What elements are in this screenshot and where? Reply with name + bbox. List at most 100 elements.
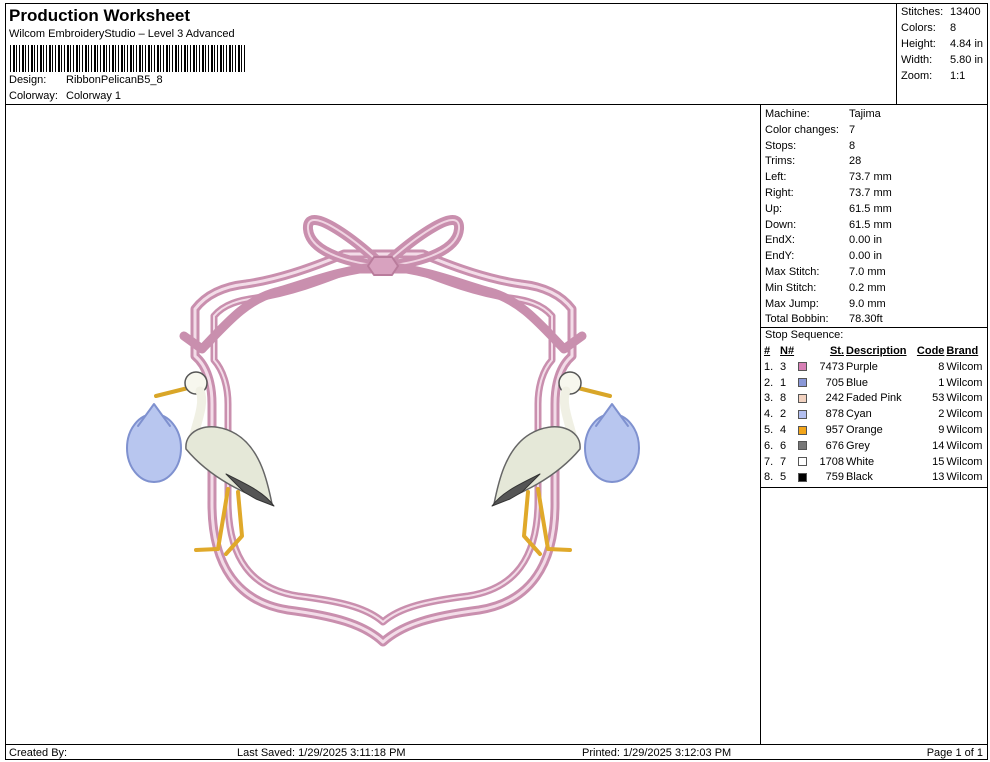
cell-brand: Wilcom xyxy=(946,408,983,421)
cell-num: 2. xyxy=(764,376,774,389)
cell-n: 1 xyxy=(780,376,787,389)
footer: Created By: Last Saved: 1/29/2025 3:11:1… xyxy=(6,744,987,760)
stat-value: 8 xyxy=(950,22,957,34)
stats-box: Stitches: 13400 Colors: 8 Height: 4.84 in W… xyxy=(896,4,988,104)
stat-label: Zoom: xyxy=(901,70,933,82)
table-end-divider xyxy=(761,487,988,488)
info-label: Left: xyxy=(765,171,787,184)
info-label: Color changes: xyxy=(765,123,839,136)
stat-value: 13400 xyxy=(950,6,981,18)
cell-num: 4. xyxy=(764,408,774,421)
stat-value: 4.84 in xyxy=(950,38,984,50)
info-value: 0.00 in xyxy=(849,250,883,263)
info-value: 0.00 in xyxy=(849,234,883,247)
info-label: Total Bobbin: xyxy=(765,313,829,326)
info-label: Stops: xyxy=(765,139,797,152)
info-panel: Machine: Tajima Color changes: 7 Stops: 8 T… xyxy=(760,104,988,744)
cell-brand: Wilcom xyxy=(946,471,983,484)
worksheet: Production Worksheet Wilcom EmbroiderySt… xyxy=(5,3,988,760)
info-label: EndY: xyxy=(765,250,795,263)
info-label: Machine: xyxy=(765,108,810,120)
col-num: # xyxy=(764,345,771,357)
table-row: 2. 1 705 Blue 1 Wilcom xyxy=(763,376,987,392)
cell-num: 7. xyxy=(764,455,774,468)
info-row: EndX: 0.00 in xyxy=(765,233,892,249)
info-row: Min Stitch: 0.2 mm xyxy=(765,281,892,297)
cell-brand: Wilcom xyxy=(946,423,983,436)
info-label: Down: xyxy=(765,218,797,231)
cell-description: Grey xyxy=(846,439,870,452)
stop-sequence-divider xyxy=(761,327,988,328)
printed-date: Printed: 1/29/2025 3:12:03 PM xyxy=(582,747,732,759)
info-value: 61.5 mm xyxy=(849,202,892,215)
stat-height: Height: 4.84 in xyxy=(901,38,983,50)
software-name: Wilcom EmbroideryStudio – Level 3 Advanc… xyxy=(9,28,235,40)
stat-value: 1:1 xyxy=(950,70,966,82)
info-value: 61.5 mm xyxy=(849,218,892,231)
cell-st: 242 xyxy=(825,392,845,405)
cell-code: 14 xyxy=(932,439,945,452)
table-row: 7. 7 1708 White 15 Wilcom xyxy=(763,455,987,471)
cell-code: 53 xyxy=(932,392,945,405)
table-header-row: # N# St. Description Code Brand xyxy=(763,344,987,360)
cell-num: 6. xyxy=(764,439,774,452)
table-row: 4. 2 878 Cyan 2 Wilcom xyxy=(763,407,987,423)
design-value: RibbonPelicanB5_8 xyxy=(66,74,163,86)
color-swatch-cell xyxy=(797,376,811,392)
cell-st: 705 xyxy=(825,376,845,389)
info-row: Down: 61.5 mm xyxy=(765,218,892,234)
stat-label: Colors: xyxy=(901,22,936,34)
cell-num: 1. xyxy=(764,360,774,373)
color-swatch-cell xyxy=(797,391,811,407)
table-row: 1. 3 7473 Purple 8 Wilcom xyxy=(763,360,987,376)
info-value: 28 xyxy=(849,155,862,168)
info-row: Right: 73.7 mm xyxy=(765,186,892,202)
colorway-value: Colorway 1 xyxy=(66,90,122,102)
cell-brand: Wilcom xyxy=(946,392,983,405)
cell-description: Purple xyxy=(846,360,878,373)
table-row: 3. 8 242 Faded Pink 53 Wilcom xyxy=(763,391,987,407)
info-row: Machine: Tajima xyxy=(765,107,892,123)
cell-st: 957 xyxy=(825,423,845,436)
cell-num: 5. xyxy=(764,423,774,436)
info-row: Trims: 28 xyxy=(765,154,892,170)
cell-code: 13 xyxy=(932,471,945,484)
color-swatch-cell xyxy=(797,455,811,471)
cell-code: 15 xyxy=(932,455,945,468)
stat-label: Height: xyxy=(901,38,936,50)
color-swatch-cell xyxy=(797,423,811,439)
stat-colors: Colors: 8 xyxy=(901,22,956,34)
info-value: 78.30ft xyxy=(849,313,883,326)
cell-n: 3 xyxy=(780,360,787,373)
cell-brand: Wilcom xyxy=(946,360,983,373)
info-value: 73.7 mm xyxy=(849,186,892,199)
color-swatch xyxy=(798,362,807,372)
cell-brand: Wilcom xyxy=(946,439,983,452)
cell-code: 1 xyxy=(938,376,945,389)
cell-description: White xyxy=(846,455,875,468)
stat-width: Width: 5.80 in xyxy=(901,54,983,66)
info-value: 7.0 mm xyxy=(849,265,886,278)
info-value: 73.7 mm xyxy=(849,171,892,184)
machine-info: Machine: Tajima Color changes: 7 Stops: 8 T… xyxy=(765,107,892,328)
cell-num: 3. xyxy=(764,392,774,405)
stat-stitches: Stitches: 13400 xyxy=(901,6,981,18)
header: Production Worksheet Wilcom EmbroiderySt… xyxy=(6,4,896,104)
page-number: Page 1 of 1 xyxy=(926,747,983,759)
info-row: Color changes: 7 xyxy=(765,123,892,139)
cell-n: 5 xyxy=(780,471,787,484)
stat-zoom: Zoom: 1:1 xyxy=(901,70,965,82)
cell-description: Blue xyxy=(846,376,869,389)
cell-st: 676 xyxy=(825,439,845,452)
col-brand: Brand xyxy=(946,345,979,357)
color-swatch xyxy=(798,378,807,388)
stat-label: Width: xyxy=(901,54,933,66)
barcode xyxy=(10,45,246,72)
info-label: EndX: xyxy=(765,234,795,247)
cell-code: 9 xyxy=(938,423,945,436)
info-label: Max Jump: xyxy=(765,297,819,310)
info-row: Max Jump: 9.0 mm xyxy=(765,297,892,313)
info-row: Up: 61.5 mm xyxy=(765,202,892,218)
cell-description: Cyan xyxy=(846,408,872,421)
embroidery-design-image xyxy=(126,215,640,647)
